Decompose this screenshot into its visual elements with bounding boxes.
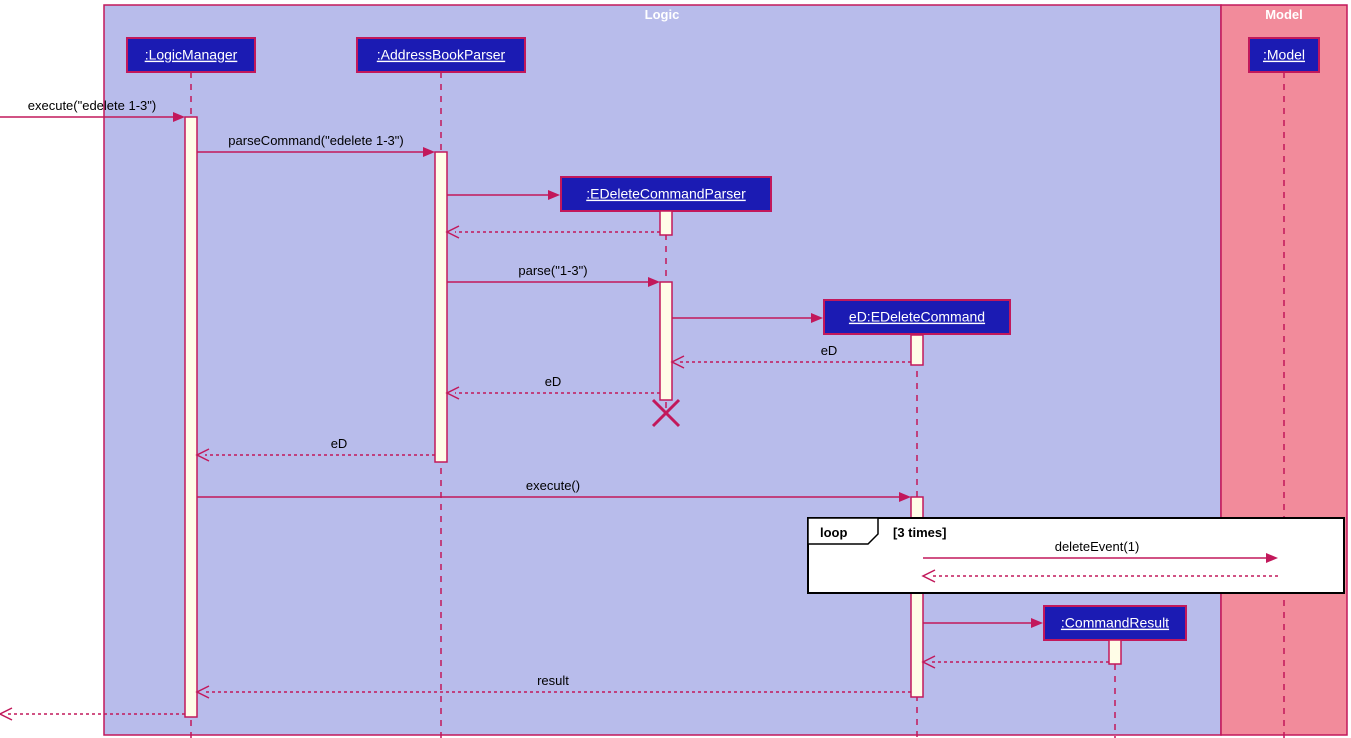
participant-edeletecommandparser: :EDeleteCommandParser — [561, 177, 771, 211]
activation-edeletecommandparser-2 — [660, 282, 672, 400]
svg-text::CommandResult: :CommandResult — [1061, 615, 1169, 631]
svg-text:execute(): execute() — [526, 478, 580, 493]
activation-addressbookparser — [435, 152, 447, 462]
svg-text::LogicManager: :LogicManager — [145, 47, 238, 63]
svg-text::EDeleteCommandParser: :EDeleteCommandParser — [586, 186, 746, 202]
region-model-title: Model — [1265, 7, 1303, 22]
svg-text:[3 times]: [3 times] — [893, 525, 946, 540]
svg-text:deleteEvent(1): deleteEvent(1) — [1055, 539, 1140, 554]
participant-edeletecommand: eD:EDeleteCommand — [824, 300, 1010, 334]
fragment-loop: loop [3 times] — [808, 518, 1344, 593]
participant-commandresult: :CommandResult — [1044, 606, 1186, 640]
activation-edeletecommand-1 — [911, 335, 923, 365]
activation-logicmanager — [185, 117, 197, 717]
svg-text::AddressBookParser: :AddressBookParser — [377, 47, 506, 63]
svg-text:loop: loop — [820, 525, 847, 540]
region-logic-title: Logic — [645, 7, 680, 22]
svg-text:eD: eD — [545, 374, 562, 389]
svg-text:eD: eD — [331, 436, 348, 451]
svg-text:parse("1-3"): parse("1-3") — [518, 263, 587, 278]
participant-logicmanager: :LogicManager — [127, 38, 255, 72]
svg-text:eD:EDeleteCommand: eD:EDeleteCommand — [849, 309, 985, 325]
activation-commandresult — [1109, 640, 1121, 664]
svg-text:execute("edelete 1-3"): execute("edelete 1-3") — [28, 98, 156, 113]
svg-text::Model: :Model — [1263, 47, 1305, 63]
participant-model: :Model — [1249, 38, 1319, 72]
svg-text:result: result — [537, 673, 569, 688]
activation-edeletecommandparser-1 — [660, 211, 672, 235]
participant-addressbookparser: :AddressBookParser — [357, 38, 525, 72]
sequence-diagram: Logic Model :LogicManager :AddressBookPa… — [0, 0, 1351, 738]
svg-text:parseCommand("edelete 1-3"): parseCommand("edelete 1-3") — [228, 133, 403, 148]
svg-text:eD: eD — [821, 343, 838, 358]
